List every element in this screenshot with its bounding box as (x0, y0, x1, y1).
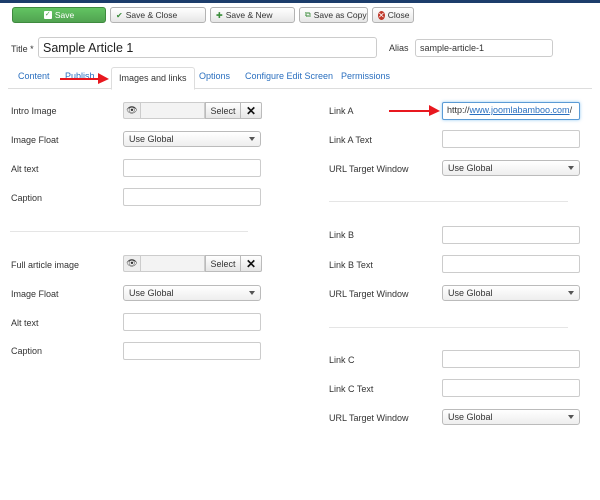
link-a-suffix: / (569, 105, 573, 115)
caret-down-icon (249, 137, 255, 141)
toolbar: ✓ Save ✔ Save & Close ✚ Save & New ⧉ Sav… (12, 7, 414, 24)
divider (329, 201, 568, 202)
divider (10, 231, 248, 232)
link-c-target-value: Use Global (448, 412, 493, 422)
full-float-value: Use Global (129, 288, 174, 298)
full-caption-input[interactable] (123, 342, 261, 360)
tab-permissions[interactable]: Permissions (341, 71, 390, 81)
link-a-text-input[interactable] (442, 130, 580, 148)
save-close-button[interactable]: ✔ Save & Close (110, 7, 206, 23)
link-c-text-label: Link C Text (329, 384, 374, 394)
intro-image-label: Intro Image (11, 106, 57, 116)
link-a-target-select[interactable]: Use Global (442, 160, 580, 176)
full-caption-label: Caption (11, 346, 43, 356)
top-bar (0, 0, 600, 3)
close-icon: ✕ (378, 10, 385, 20)
full-image-select-button[interactable]: Select (205, 255, 241, 272)
save-new-button[interactable]: ✚ Save & New (210, 7, 295, 23)
alias-input[interactable] (415, 39, 553, 57)
tab-content[interactable]: Content (18, 71, 50, 81)
arrow-icon (389, 105, 440, 116)
link-b-target-select[interactable]: Use Global (442, 285, 580, 301)
save-close-label: Save & Close (125, 10, 178, 20)
save-new-label: Save & New (225, 10, 273, 20)
copy-icon: ⧉ (305, 10, 311, 19)
link-a-target-label: URL Target Window (329, 164, 409, 174)
link-a-prefix: http:// (447, 105, 470, 115)
link-b-label: Link B (329, 230, 355, 240)
link-a-target-value: Use Global (448, 163, 493, 173)
plus-icon: ✚ (216, 10, 223, 20)
intro-caption-label: Caption (11, 193, 43, 203)
intro-float-select[interactable]: Use Global (123, 131, 261, 147)
title-label: Title * (11, 44, 34, 54)
link-a-text-label: Link A Text (329, 135, 372, 145)
intro-float-value: Use Global (129, 134, 174, 144)
link-a-host: www.joomlabamboo.com (469, 105, 570, 115)
caret-down-icon (568, 415, 574, 419)
link-a-label: Link A (329, 106, 354, 116)
check-icon: ✔ (116, 10, 123, 20)
intro-alt-label: Alt text (11, 164, 39, 174)
caret-down-icon (568, 291, 574, 295)
link-a-input[interactable]: http://www.joomlabamboo.com/ (442, 102, 580, 120)
close-label: Close (387, 10, 410, 20)
save-copy-button[interactable]: ⧉ Save as Copy (299, 7, 368, 23)
alias-label: Alias (389, 43, 409, 53)
divider (329, 327, 568, 328)
save-copy-label: Save as Copy (313, 10, 367, 20)
full-float-select[interactable]: Use Global (123, 285, 261, 301)
link-c-label: Link C (329, 355, 355, 365)
arrow-icon (60, 73, 109, 84)
full-float-label: Image Float (11, 289, 59, 299)
clear-icon[interactable]: ✕ (241, 255, 262, 272)
title-input[interactable] (38, 37, 377, 58)
link-b-target-label: URL Target Window (329, 289, 409, 299)
clear-icon[interactable]: ✕ (241, 102, 262, 119)
caret-down-icon (568, 166, 574, 170)
tab-images-and-links[interactable]: Images and links (111, 67, 195, 90)
save-button[interactable]: ✓ Save (12, 7, 106, 23)
intro-image-path (140, 102, 205, 119)
intro-alt-input[interactable] (123, 159, 261, 177)
intro-caption-input[interactable] (123, 188, 261, 206)
link-c-text-input[interactable] (442, 379, 580, 397)
caret-down-icon (249, 291, 255, 295)
full-image-path (140, 255, 205, 272)
tab-options[interactable]: Options (199, 71, 230, 81)
full-alt-label: Alt text (11, 318, 39, 328)
close-button[interactable]: ✕ Close (372, 7, 414, 23)
link-b-text-label: Link B Text (329, 260, 373, 270)
link-c-target-select[interactable]: Use Global (442, 409, 580, 425)
link-c-input[interactable] (442, 350, 580, 368)
full-alt-input[interactable] (123, 313, 261, 331)
intro-image-field: 👁 Select ✕ (123, 102, 262, 119)
save-label: Save (54, 10, 75, 20)
eye-icon[interactable]: 👁 (123, 255, 140, 272)
full-image-label: Full article image (11, 260, 80, 270)
tab-configure-edit-screen[interactable]: Configure Edit Screen (245, 71, 333, 81)
eye-icon[interactable]: 👁 (123, 102, 140, 119)
link-b-input[interactable] (442, 226, 580, 244)
intro-image-select-button[interactable]: Select (205, 102, 241, 119)
check-icon: ✓ (43, 11, 52, 19)
link-b-target-value: Use Global (448, 288, 493, 298)
full-image-field: 👁 Select ✕ (123, 255, 262, 272)
intro-float-label: Image Float (11, 135, 59, 145)
link-b-text-input[interactable] (442, 255, 580, 273)
link-c-target-label: URL Target Window (329, 413, 409, 423)
